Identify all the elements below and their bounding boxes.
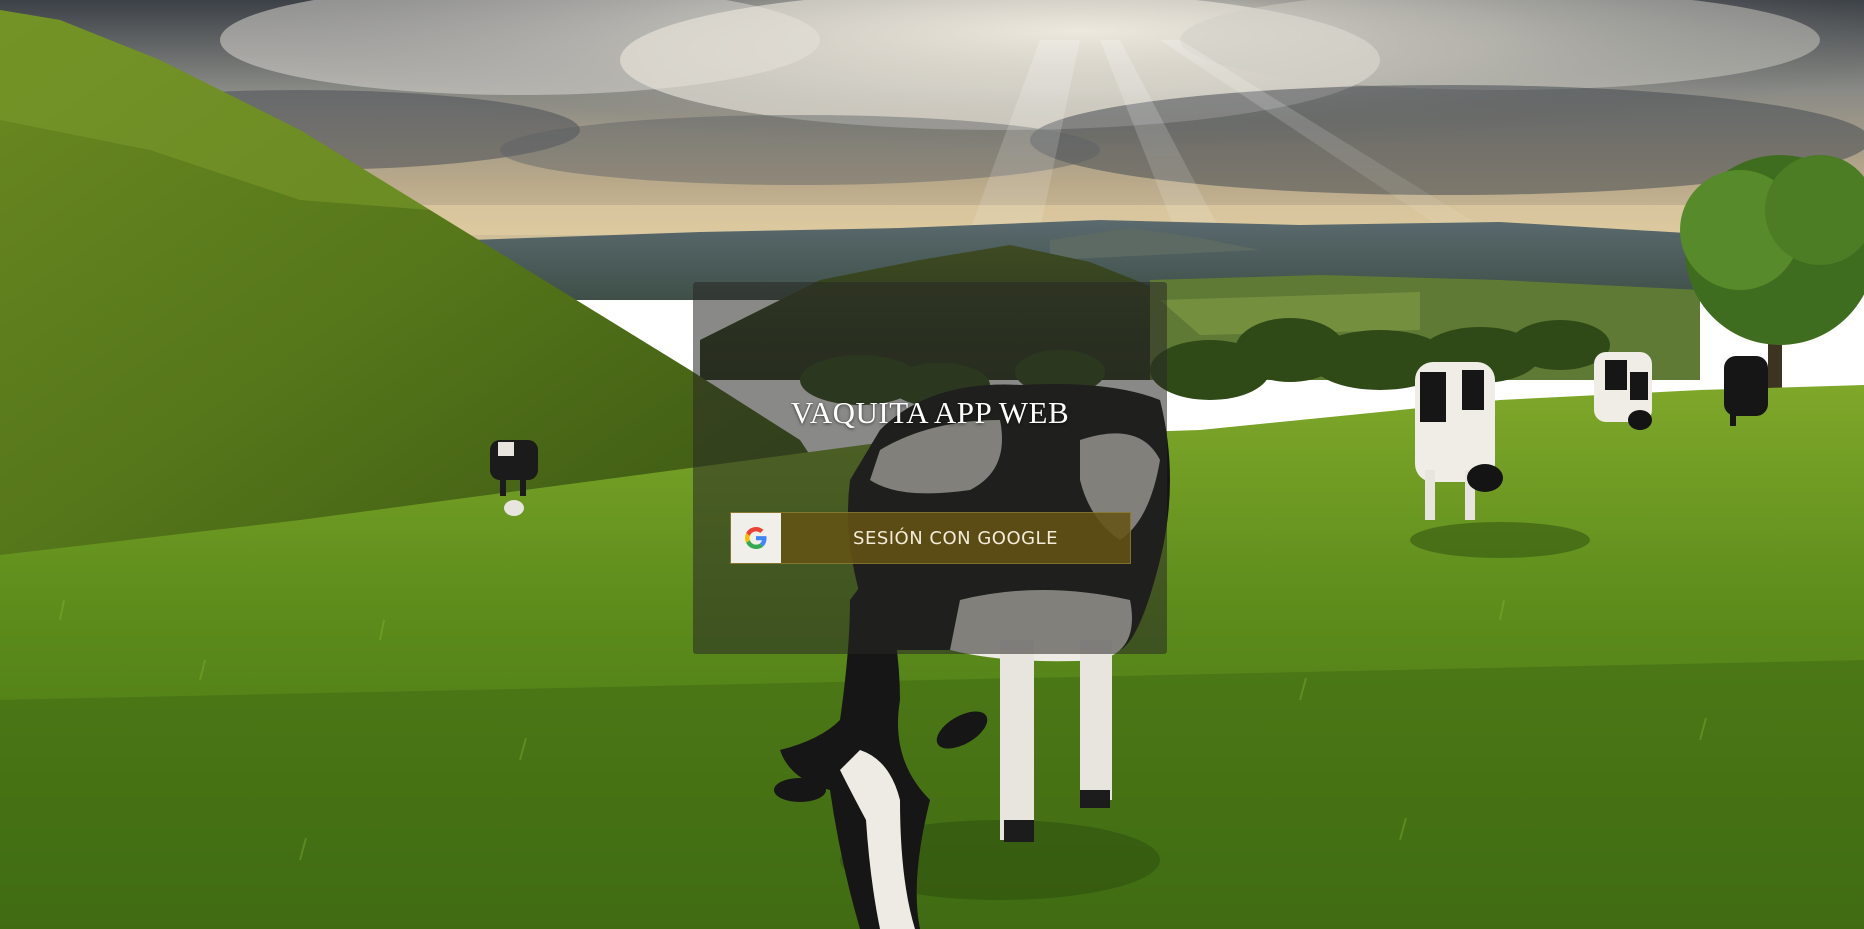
- google-icon-container: [731, 513, 781, 563]
- google-sign-in-label: SESIÓN CON GOOGLE: [853, 527, 1058, 549]
- app-title: VAQUITA APP WEB: [790, 395, 1070, 430]
- google-sign-in-button[interactable]: SESIÓN CON GOOGLE: [730, 512, 1131, 564]
- google-g-icon: [745, 527, 767, 549]
- login-panel: VAQUITA APP WEB SESIÓN CON GOOGLE: [693, 282, 1167, 654]
